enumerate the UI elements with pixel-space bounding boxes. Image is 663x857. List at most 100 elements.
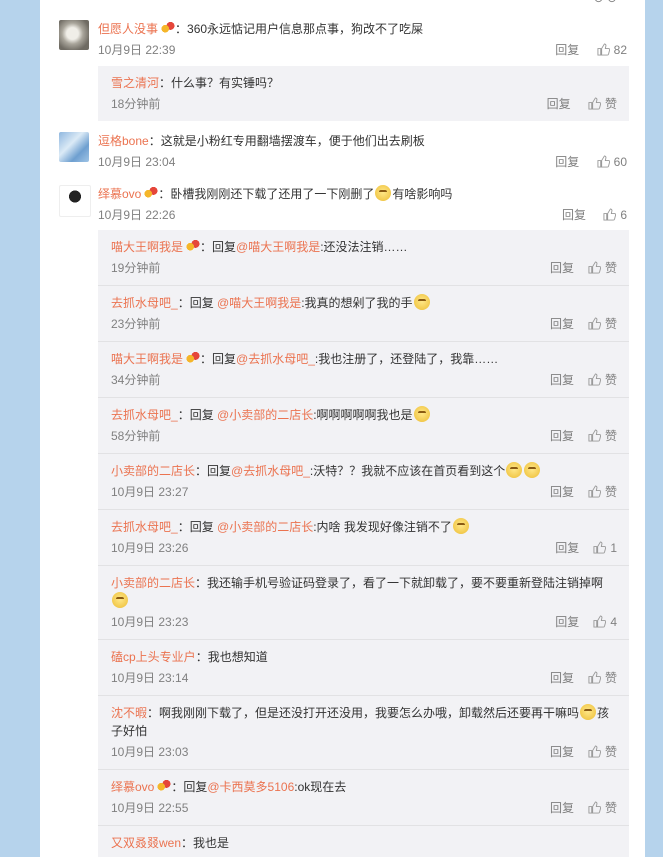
comment-time: 10月9日 22:26 (98, 208, 176, 222)
reply-item: 去抓水母吧_：回复 @小卖部的二店长:内啥 我发现好像注销不了 10月9日 23:… (98, 510, 629, 566)
reply-time: 18分钟前 (111, 97, 161, 111)
reply-time: 10月9日 23:23 (111, 615, 189, 629)
reply-button[interactable]: 回复 (550, 669, 574, 687)
like-count: 赞 (604, 485, 617, 499)
member-badge-icon (160, 21, 176, 35)
member-badge-icon (143, 186, 159, 200)
thumbs-up-icon (588, 373, 601, 386)
like-button[interactable]: 赞 (588, 315, 617, 333)
thumbs-up-icon (588, 317, 601, 330)
reply-username[interactable]: 去抓水母吧_ (111, 296, 178, 310)
member-badge-icon (156, 779, 172, 793)
reply-username[interactable]: 小卖部的二店长 (111, 464, 195, 478)
avatar[interactable] (59, 185, 91, 217)
reply-username[interactable]: 绎慕ovo (111, 780, 154, 794)
like-button[interactable]: 赞 (588, 259, 617, 277)
reply-item: 去抓水母吧_：回复 @喵大王啊我是:我真的想剁了我的手 23分钟前 回复 赞 (98, 286, 629, 342)
reply-item: 喵大王啊我是 ：回复@去抓水母吧_:我也注册了，还登陆了，我靠…… 34分钟前 回复 赞 (98, 342, 629, 398)
reply-username[interactable]: 喵大王啊我是 (111, 352, 183, 366)
reply-button[interactable]: 回复 (555, 41, 579, 59)
comment-text: ：这就是小粉红专用翻墙摆渡车，便于他们出去刷板 (148, 134, 425, 148)
thumbs-up-icon (593, 541, 607, 554)
like-button[interactable]: 60 (597, 153, 627, 171)
like-button[interactable]: 赞 (588, 371, 617, 389)
like-count: 赞 (604, 429, 617, 443)
reply-item: 又双叒叕wen：我也是10月9日 22:54回复赞 (98, 826, 629, 857)
reply-username[interactable]: 磕cp上头专业户 (111, 650, 196, 664)
top-actions-partial: ⊙ ⊙ (594, 0, 617, 5)
reply-text: :我也注册了，还登陆了，我靠…… (314, 352, 499, 366)
like-count: 6 (620, 208, 627, 222)
like-button[interactable]: 赞 (588, 669, 617, 687)
reply-button[interactable]: 回复 (547, 95, 571, 113)
mention-link[interactable]: @卡西莫多5106 (207, 780, 294, 794)
comment-item: 逗格bone：这就是小粉红专用翻墙摆渡车，便于他们出去刷板 10月9日 23:0… (57, 132, 627, 171)
like-count: 60 (613, 155, 627, 169)
like-button[interactable]: 赞 (588, 427, 617, 445)
reply-text: ：回复 (177, 520, 218, 534)
reply-button[interactable]: 回复 (555, 613, 579, 631)
reply-list: 喵大王啊我是 ：回复@喵大王啊我是:还没法注销…… 19分钟前 回复赞去抓水母吧_：回… (98, 230, 629, 857)
reply-text: ：什么事？有实锤吗？ (159, 76, 280, 90)
reply-button[interactable]: 回复 (562, 206, 586, 224)
emoji-icon (524, 462, 541, 478)
reply-username[interactable]: 又双叒叕wen (111, 836, 181, 850)
reply-text: :ok现在去 (294, 780, 347, 794)
emoji-icon (112, 592, 128, 608)
reply-username[interactable]: 雪之清河 (111, 76, 159, 90)
reply-time: 10月9日 22:55 (111, 801, 189, 815)
like-button[interactable]: 1 (593, 539, 617, 557)
thumbs-up-icon (588, 801, 601, 814)
reply-text: :内啥 我发现好像注销不了 (313, 520, 452, 534)
reply-time: 10月9日 23:03 (111, 745, 189, 759)
reply-button[interactable]: 回复 (550, 743, 574, 761)
reply-button[interactable]: 回复 (550, 483, 574, 501)
like-count: 赞 (604, 97, 617, 111)
reply-username[interactable]: 喵大王啊我是 (111, 240, 183, 254)
like-count: 赞 (604, 317, 617, 331)
mention-link[interactable]: @小卖部的二店长 (217, 408, 313, 422)
reply-time: 10月9日 23:14 (111, 671, 189, 685)
reply-item: 小卖部的二店长：回复@去抓水母吧_:沃特？？我就不应该在首页看到这个 10月9日 … (98, 454, 629, 510)
mention-link[interactable]: @去抓水母吧_ (236, 352, 315, 366)
like-button[interactable]: 赞 (588, 743, 617, 761)
reply-button[interactable]: 回复 (550, 799, 574, 817)
like-button[interactable]: 4 (593, 613, 617, 631)
thumbs-up-icon (588, 97, 601, 110)
comment-time: 10月9日 23:04 (98, 155, 176, 169)
like-button[interactable]: 赞 (588, 483, 617, 501)
reply-username[interactable]: 去抓水母吧_ (111, 520, 178, 534)
emoji-icon (452, 518, 469, 534)
reply-username[interactable]: 小卖部的二店长 (111, 576, 195, 590)
reply-button[interactable]: 回复 (550, 259, 574, 277)
comment-username[interactable]: 逗格bone (98, 134, 149, 148)
mention-link[interactable]: @喵大王啊我是 (236, 240, 320, 254)
like-button[interactable]: 6 (603, 206, 627, 224)
comment-username[interactable]: 但愿人没事 (98, 22, 158, 36)
mention-link[interactable]: @小卖部的二店长 (217, 520, 313, 534)
thumbs-up-icon (588, 671, 601, 684)
reply-item: 绎慕ovo ：回复@卡西莫多5106:ok现在去 10月9日 22:55 回复 赞 (98, 770, 629, 826)
comment-username[interactable]: 绎慕ovo (98, 187, 141, 201)
reply-text: ：回复 (171, 780, 208, 794)
reply-text: :我真的想剁了我的手 (301, 296, 413, 310)
like-button[interactable]: 赞 (588, 95, 617, 113)
reply-button[interactable]: 回复 (550, 371, 574, 389)
reply-text: ：回复 (195, 464, 232, 478)
reply-username[interactable]: 去抓水母吧_ (111, 408, 178, 422)
mention-link[interactable]: @去抓水母吧_ (231, 464, 310, 478)
mention-link[interactable]: @喵大王啊我是 (217, 296, 301, 310)
avatar[interactable] (59, 20, 89, 50)
reply-text: :啊啊啊啊啊我也是 (313, 408, 413, 422)
like-button[interactable]: 82 (597, 41, 627, 59)
reply-button[interactable]: 回复 (555, 153, 579, 171)
reply-button[interactable]: 回复 (555, 539, 579, 557)
reply-button[interactable]: 回复 (550, 315, 574, 333)
reply-item: 喵大王啊我是 ：回复@喵大王啊我是:还没法注销…… 19分钟前 回复 赞 (98, 230, 629, 286)
reply-username[interactable]: 沈不暇 (111, 706, 147, 720)
avatar[interactable] (59, 132, 89, 162)
like-button[interactable]: 赞 (588, 799, 617, 817)
like-count: 赞 (604, 801, 617, 815)
reply-time: 23分钟前 (111, 317, 161, 331)
reply-button[interactable]: 回复 (550, 427, 574, 445)
